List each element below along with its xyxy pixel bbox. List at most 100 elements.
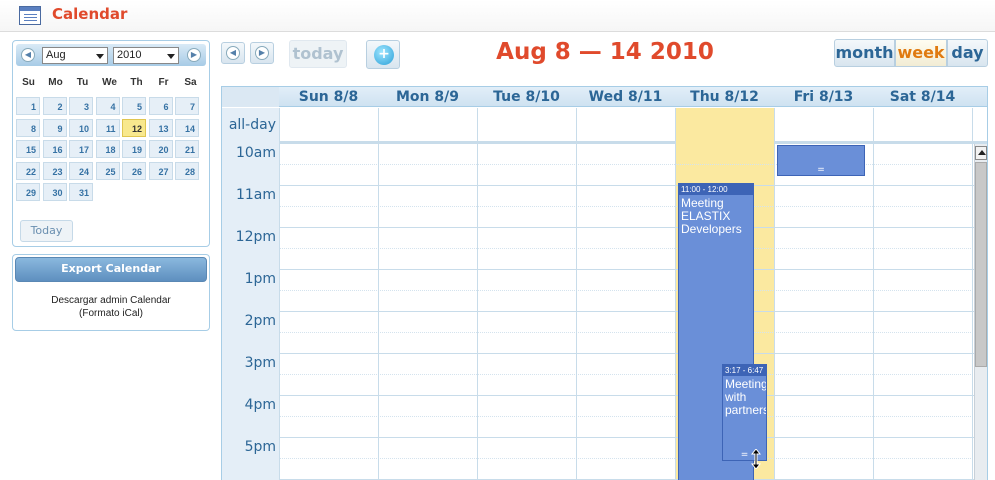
column-divider <box>873 108 874 144</box>
mini-day[interactable]: 25 <box>95 161 120 180</box>
half-hour-line <box>279 164 975 165</box>
event-meeting-partners[interactable]: 3:17 - 6:47 Meeting with partners = <box>722 364 767 461</box>
mini-day[interactable]: 30 <box>42 183 67 201</box>
column-divider <box>873 144 874 480</box>
mini-day[interactable]: 10 <box>69 118 93 137</box>
mini-day[interactable]: 16 <box>42 140 67 158</box>
day-header[interactable]: Mon 8/9 <box>378 89 477 105</box>
export-link-line1[interactable]: Descargar admin Calendar <box>13 295 209 306</box>
day-header[interactable]: Sun 8/8 <box>279 89 378 105</box>
mini-day[interactable]: 6 <box>148 97 173 115</box>
mini-calendar: ◀ Aug 2010 ▶ Su Mo Tu We Th Fr Sa 1 2 3 4 5 6 7 8 9 10 11… <box>12 40 210 247</box>
day-header[interactable]: Tue 8/10 <box>477 89 576 105</box>
mini-day[interactable]: 11 <box>95 118 120 137</box>
event-time: 3:17 - 6:47 <box>723 365 766 376</box>
mini-day[interactable]: 14 <box>175 118 199 137</box>
mini-day[interactable]: 3 <box>69 97 93 115</box>
column-divider <box>774 108 775 144</box>
week-grid: Sun 8/8 Mon 8/9 Tue 8/10 Wed 8/11 Thu 8/12 Fr… <box>221 86 988 480</box>
scroll-up-arrow[interactable] <box>975 146 987 160</box>
year-select[interactable]: 2010 <box>113 47 179 64</box>
column-divider <box>378 108 379 144</box>
column-divider <box>477 144 478 480</box>
calendar-app-icon <box>19 6 41 25</box>
export-calendar-button[interactable]: Export Calendar <box>15 257 207 282</box>
prev-month-icon[interactable]: ◀ <box>21 48 35 62</box>
mini-day[interactable]: 22 <box>16 161 40 180</box>
event-fri-morning[interactable]: = <box>777 145 865 176</box>
column-divider <box>576 108 577 144</box>
mini-day[interactable]: 18 <box>95 140 120 158</box>
column-divider <box>279 108 280 144</box>
column-divider <box>972 144 973 480</box>
next-month-icon[interactable]: ▶ <box>187 48 201 62</box>
dow-label: We <box>102 77 117 88</box>
prev-week-button[interactable]: ◀ <box>221 42 245 64</box>
mini-day[interactable]: 26 <box>122 161 146 180</box>
dow-label: Su <box>22 77 35 88</box>
time-label: 2pm <box>222 312 279 354</box>
half-hour-line <box>279 458 975 459</box>
add-event-button[interactable]: + <box>366 40 400 69</box>
plus-icon: + <box>374 45 394 65</box>
mini-day[interactable]: 1 <box>16 97 40 115</box>
mini-day[interactable]: 8 <box>16 118 40 137</box>
view-month-button[interactable]: month <box>834 39 895 67</box>
mini-day[interactable]: 9 <box>42 118 67 137</box>
header-corner <box>222 87 279 107</box>
dow-label: Mo <box>48 77 63 88</box>
time-label: 12pm <box>222 228 279 270</box>
day-header[interactable]: Fri 8/13 <box>774 89 873 105</box>
app-title: Calendar <box>52 5 128 23</box>
mini-day[interactable]: 5 <box>122 97 146 115</box>
export-link-line2[interactable]: (Formato iCal) <box>13 308 209 319</box>
mini-day[interactable]: 15 <box>16 140 40 158</box>
mini-day[interactable]: 29 <box>16 183 40 201</box>
today-button[interactable]: today <box>289 40 347 68</box>
column-divider <box>576 144 577 480</box>
half-hour-line <box>279 290 975 291</box>
mini-day[interactable]: 31 <box>69 183 93 201</box>
prev-icon: ◀ <box>226 46 240 60</box>
view-week-button[interactable]: week <box>895 39 947 67</box>
mini-day[interactable]: 7 <box>175 97 199 115</box>
day-header[interactable]: Thu 8/12 <box>675 89 774 105</box>
column-divider <box>774 144 775 480</box>
scroll-thumb[interactable] <box>975 162 987 367</box>
view-day-button[interactable]: day <box>947 39 988 67</box>
all-day-today-cell[interactable] <box>676 108 775 144</box>
next-week-button[interactable]: ▶ <box>250 42 274 64</box>
date-range-title: Aug 8 — 14 2010 <box>496 39 714 65</box>
mini-day[interactable]: 19 <box>122 140 146 158</box>
mini-day[interactable]: 12 <box>122 118 146 137</box>
column-divider <box>972 108 973 144</box>
grid-scrollbar[interactable] <box>974 144 987 480</box>
column-divider <box>378 144 379 480</box>
dow-label: Tu <box>76 77 89 88</box>
mini-day[interactable]: 17 <box>69 140 93 158</box>
hour-line <box>279 353 975 354</box>
mini-day[interactable]: 21 <box>175 140 199 158</box>
day-header[interactable]: Wed 8/11 <box>576 89 675 105</box>
resize-cursor-icon <box>751 449 761 469</box>
mini-day[interactable]: 27 <box>148 161 173 180</box>
time-label: 4pm <box>222 396 279 438</box>
half-hour-line <box>279 374 975 375</box>
half-hour-line <box>279 416 975 417</box>
mini-day[interactable]: 23 <box>42 161 67 180</box>
mini-day[interactable]: 28 <box>175 161 199 180</box>
mini-day[interactable]: 2 <box>42 97 67 115</box>
mini-day[interactable]: 4 <box>95 97 120 115</box>
time-label: 11am <box>222 186 279 228</box>
time-label: 5pm <box>222 438 279 480</box>
mini-day[interactable]: 24 <box>69 161 93 180</box>
hour-line <box>279 395 975 396</box>
all-day-row: all-day <box>222 108 987 144</box>
mini-day[interactable]: 20 <box>148 140 173 158</box>
mini-day[interactable]: 13 <box>148 118 173 137</box>
day-header[interactable]: Sat 8/14 <box>873 89 972 105</box>
resize-handle[interactable]: = <box>778 166 864 175</box>
month-select[interactable]: Aug <box>42 47 108 64</box>
hour-line <box>279 437 975 438</box>
mini-today-button[interactable]: Today <box>20 220 73 242</box>
